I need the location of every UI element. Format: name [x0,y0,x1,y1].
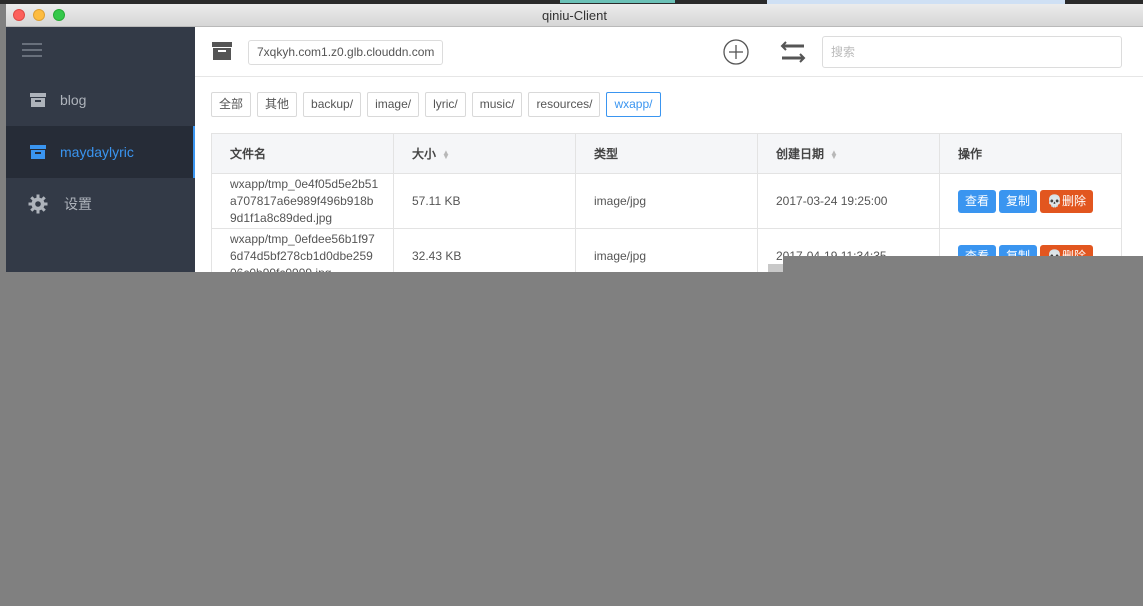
gear-icon [28,194,48,214]
filter-all[interactable]: 全部 [211,92,252,117]
cell-size: 32.43 KB [393,228,576,272]
delete-label: 删除 [1061,193,1086,208]
archive-icon [30,93,46,107]
sidebar-item-label: 设置 [64,196,92,212]
capture-mask [768,264,783,272]
toolbar: 7xqkyh.com1.z0.glb.clouddn.com [195,27,1143,77]
filter-image[interactable]: image/ [367,92,420,117]
header-label: 创建日期 [776,147,825,161]
filter-backup[interactable]: backup/ [303,92,362,117]
filter-resources[interactable]: resources/ [528,92,601,117]
filter-lyric[interactable]: lyric/ [425,92,466,117]
bucket-icon [212,42,232,60]
search-input[interactable] [822,36,1122,68]
cell-type: image/jpg [575,173,758,229]
domain-field[interactable]: 7xqkyh.com1.z0.glb.clouddn.com [248,40,443,65]
main-panel: 7xqkyh.com1.z0.glb.clouddn.com 全部 其他 bac… [195,27,1143,272]
header-type: 类型 [575,133,758,174]
delete-button[interactable]: 💀删除 [1040,189,1093,213]
sidebar-item-maydaylyric[interactable]: maydaylyric [6,126,195,178]
sidebar-item-label: maydaylyric [60,144,134,160]
header-label: 操作 [958,147,983,161]
header-label: 文件名 [230,147,267,161]
sort-icon[interactable]: ▲ ▼ [442,148,450,160]
cell-filename: wxapp/tmp_0efdee56b1f976d74d5bf278cb1d0d… [211,228,394,273]
sidebar-item-blog[interactable]: blog [6,74,195,126]
sidebar-item-label: blog [60,92,87,108]
app-window: qiniu-Client blog maydaylyric 设置 7xqkyh.… [6,4,1143,272]
menu-icon[interactable] [22,43,42,57]
capture-mask [783,256,1143,272]
filter-wxapp[interactable]: wxapp/ [606,92,661,117]
title-bar[interactable]: qiniu-Client [6,4,1143,27]
filename-text: wxapp/tmp_0efdee56b1f976d74d5bf278cb1d0d… [230,231,375,273]
window-title: qiniu-Client [541,8,608,23]
view-button[interactable]: 查看 [958,189,997,213]
cell-size: 57.11 KB [393,173,576,229]
header-date[interactable]: 创建日期 ▲ ▼ [757,133,940,174]
sidebar: blog maydaylyric 设置 [6,27,195,272]
copy-button[interactable]: 复制 [999,189,1038,213]
header-filename: 文件名 [211,133,394,174]
header-label: 大小 [412,147,437,161]
cell-date: 2017-03-24 19:25:00 [757,173,940,229]
swap-icon[interactable] [780,40,806,64]
file-table: 文件名 大小 ▲ ▼ 类型 创建日期 ▲ ▼ 操作 wxapp/tmp_0e4f05d5… [211,133,1122,272]
archive-icon [30,145,46,159]
header-size[interactable]: 大小 ▲ ▼ [393,133,576,174]
filter-other[interactable]: 其他 [257,92,298,117]
prefix-filter-bar: 全部 其他 backup/ image/ lyric/ music/ resou… [211,92,661,117]
capture-mask [0,272,1143,606]
header-label: 类型 [594,147,619,161]
cell-type: image/jpg [575,228,758,272]
cell-ops: 查看复制💀删除 [939,173,1122,229]
sidebar-item-settings[interactable]: 设置 [6,178,195,230]
filter-music[interactable]: music/ [471,92,523,117]
filename-text: wxapp/tmp_0e4f05d5e2b51a707817a6e989f496… [230,176,379,225]
desktop-highlight [560,0,675,3]
table-row: wxapp/tmp_0e4f05d5e2b51a707817a6e989f496… [211,173,1122,229]
cell-filename: wxapp/tmp_0e4f05d5e2b51a707817a6e989f496… [211,173,394,229]
add-file-button[interactable] [723,39,749,65]
header-ops: 操作 [939,133,1122,174]
skull-icon: 💀 [1047,193,1062,208]
sort-icon[interactable]: ▲ ▼ [830,148,838,160]
table-header-row: 文件名 大小 ▲ ▼ 类型 创建日期 ▲ ▼ 操作 [211,133,1122,174]
